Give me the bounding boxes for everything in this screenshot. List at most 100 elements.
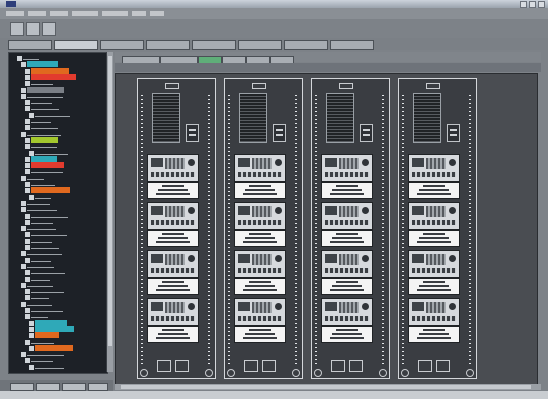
unit-label — [147, 278, 199, 295]
tree-row-label — [31, 81, 53, 86]
rack-side-panel — [447, 124, 460, 142]
vtr-unit[interactable] — [321, 202, 373, 230]
unit-label — [147, 230, 199, 247]
tree-row-label — [31, 258, 51, 262]
folder-icon — [25, 137, 30, 143]
unit-tape-deck — [339, 254, 359, 265]
vtr-unit[interactable] — [408, 154, 460, 182]
folder-icon — [25, 169, 30, 175]
menu-item[interactable] — [6, 11, 24, 16]
vtr-unit[interactable] — [147, 202, 199, 230]
tree-row-label — [31, 314, 48, 319]
vtr-unit[interactable] — [408, 298, 460, 326]
tree-row-label — [31, 232, 67, 237]
rack-rail — [295, 95, 297, 365]
tree-row-label — [27, 264, 54, 268]
folder-icon — [21, 62, 26, 68]
vtr-unit[interactable] — [147, 298, 199, 326]
unit-display — [151, 158, 163, 167]
folder-icon — [25, 74, 30, 80]
tab[interactable] — [238, 40, 282, 50]
folder-icon — [29, 345, 34, 351]
tab[interactable] — [192, 40, 236, 50]
vtr-unit[interactable] — [321, 154, 373, 182]
unit-display — [412, 158, 424, 167]
scrollbar-thumb[interactable] — [108, 56, 112, 346]
unit-display — [412, 302, 424, 311]
unit-keys — [151, 268, 195, 273]
unit-tape-deck — [339, 302, 359, 313]
tab[interactable] — [100, 40, 144, 50]
equipment-rack[interactable] — [311, 78, 390, 379]
toolbar-button[interactable] — [26, 22, 40, 36]
folder-icon — [25, 257, 30, 263]
jog-knob-icon — [275, 255, 282, 262]
unit-label — [234, 182, 286, 199]
folder-icon — [21, 301, 26, 307]
menu-item[interactable] — [102, 11, 128, 16]
tree-row-label — [31, 155, 57, 162]
toolbar-button[interactable] — [10, 22, 24, 36]
tree-row-label — [35, 344, 73, 351]
vtr-unit[interactable] — [234, 154, 286, 182]
unit-tape-deck — [165, 302, 185, 313]
jog-knob-icon — [275, 159, 282, 166]
device-tree[interactable] — [8, 52, 108, 374]
status-item[interactable] — [10, 383, 34, 391]
unit-keys — [412, 316, 456, 321]
tab[interactable] — [284, 40, 328, 50]
folder-icon — [25, 245, 30, 250]
rack-rail — [469, 95, 471, 365]
vtr-unit[interactable] — [147, 250, 199, 278]
minimize-icon[interactable] — [520, 1, 527, 8]
vtr-unit[interactable] — [147, 154, 199, 182]
folder-icon — [25, 81, 30, 87]
folder-icon — [25, 125, 30, 131]
unit-keys — [151, 316, 195, 321]
close-icon[interactable] — [538, 1, 545, 8]
maximize-icon[interactable] — [529, 1, 536, 8]
rack-handle — [426, 83, 440, 89]
equipment-rack[interactable] — [137, 78, 216, 379]
unit-label — [321, 230, 373, 247]
jog-knob-icon — [188, 255, 195, 262]
status-item[interactable] — [36, 383, 60, 391]
tree-row[interactable] — [23, 364, 99, 371]
canvas-horizontal-scrollbar[interactable] — [115, 384, 541, 390]
rack-side-panel — [360, 124, 373, 142]
menu-item[interactable] — [132, 11, 146, 16]
vtr-unit[interactable] — [408, 202, 460, 230]
scrollbar-thumb[interactable] — [121, 385, 531, 389]
tree-row-label — [31, 295, 49, 300]
unit-tape-deck — [252, 254, 272, 265]
tab[interactable] — [330, 40, 374, 50]
tab[interactable] — [146, 40, 190, 50]
tab-active[interactable] — [54, 40, 98, 50]
menu-item[interactable] — [72, 11, 98, 16]
rack-vent — [326, 93, 354, 143]
tree-row-label — [31, 119, 51, 123]
status-item[interactable] — [62, 383, 86, 391]
menu-item[interactable] — [28, 11, 46, 16]
vtr-unit[interactable] — [234, 250, 286, 278]
tree-scrollbar[interactable] — [106, 52, 113, 372]
vtr-unit[interactable] — [408, 250, 460, 278]
unit-label — [234, 278, 286, 295]
vtr-unit[interactable] — [321, 250, 373, 278]
vtr-unit[interactable] — [234, 202, 286, 230]
rack-foot — [262, 360, 276, 372]
jog-knob-icon — [362, 255, 369, 262]
menu-item[interactable] — [50, 11, 68, 16]
status-item[interactable] — [88, 383, 108, 391]
unit-display — [151, 302, 163, 311]
tab[interactable] — [8, 40, 52, 50]
vtr-unit[interactable] — [321, 298, 373, 326]
equipment-rack[interactable] — [224, 78, 303, 379]
unit-tape-deck — [339, 206, 359, 217]
vtr-unit[interactable] — [234, 298, 286, 326]
menu-item[interactable] — [150, 11, 164, 16]
equipment-rack[interactable] — [398, 78, 477, 379]
toolbar-button[interactable] — [42, 22, 56, 36]
unit-display — [412, 254, 424, 263]
folder-icon — [29, 333, 34, 339]
